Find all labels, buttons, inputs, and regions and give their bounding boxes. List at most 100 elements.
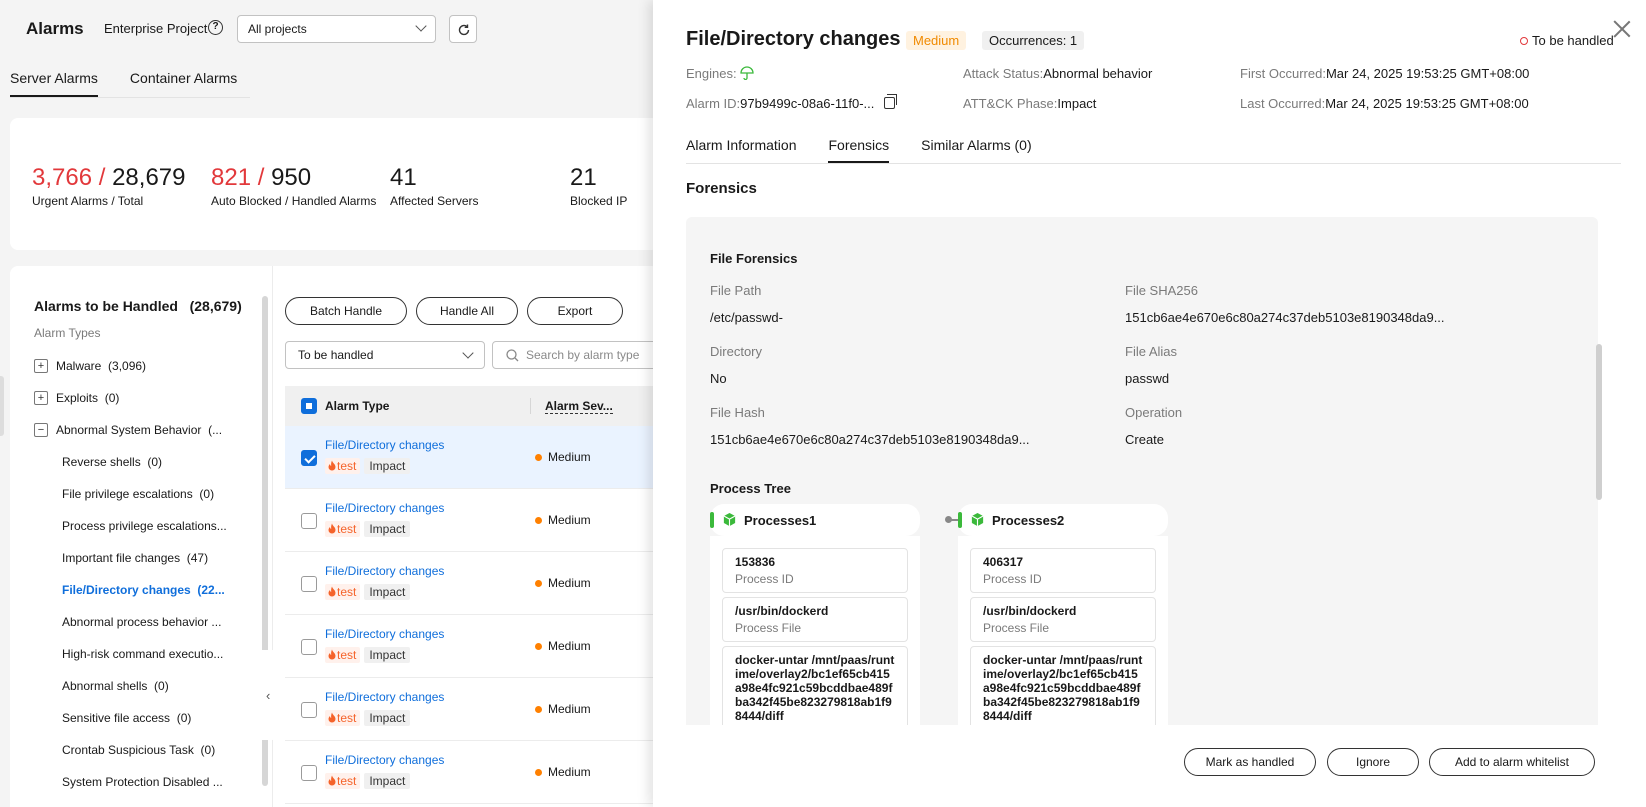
row-checkbox[interactable] xyxy=(301,576,317,592)
tab-alarm-information[interactable]: Alarm Information xyxy=(686,128,796,163)
batch-handle-button[interactable]: Batch Handle xyxy=(285,297,407,325)
tag-test: test xyxy=(325,521,361,537)
alarm-name-link[interactable]: File/Directory changes xyxy=(325,627,444,641)
row-checkbox[interactable] xyxy=(301,639,317,655)
meta-alarm-id: Alarm ID:97b9499c-08a6-11f0-... xyxy=(686,94,897,111)
chevron-down-icon xyxy=(415,20,427,32)
chevron-down-icon xyxy=(462,347,474,359)
close-icon[interactable] xyxy=(1613,20,1631,38)
copy-icon[interactable] xyxy=(884,94,897,109)
tree-item[interactable]: System Protection Disabled ... xyxy=(34,766,264,798)
collapse-icon[interactable]: − xyxy=(34,423,48,437)
row-checkbox[interactable] xyxy=(301,513,317,529)
tree-item[interactable]: File privilege escalations (0) xyxy=(34,478,264,510)
handle-all-button[interactable]: Handle All xyxy=(416,297,518,325)
tree-item[interactable]: Abnormal shells (0) xyxy=(34,670,264,702)
tree-item[interactable]: Reverse shells (0) xyxy=(34,446,264,478)
help-icon[interactable]: ? xyxy=(208,20,223,35)
alarm-name-link[interactable]: File/Directory changes xyxy=(325,438,444,452)
status-bar xyxy=(710,512,714,528)
process-node-2[interactable]: Processes2 406317 Process ID /usr/bin/do… xyxy=(958,504,1168,725)
alarm-name-link[interactable]: File/Directory changes xyxy=(325,690,444,704)
table-row[interactable]: File/Directory changes test Impact Medium xyxy=(285,741,665,804)
stat-affected-servers: 41 Affected Servers xyxy=(390,164,479,208)
row-tags: test Impact xyxy=(325,647,411,663)
refresh-button[interactable] xyxy=(449,15,477,43)
select-all-checkbox[interactable] xyxy=(301,398,317,414)
status-indicator: To be handled xyxy=(1520,33,1614,48)
process-name: Processes2 xyxy=(992,512,1065,528)
table-row[interactable]: File/Directory changes test Impact Medium xyxy=(285,678,665,741)
table-row[interactable]: File/Directory changes test Impact Medium xyxy=(285,489,665,552)
tree-item-label: Sensitive file access xyxy=(62,711,171,725)
alarm-name-link[interactable]: File/Directory changes xyxy=(325,501,444,515)
alarm-name-link[interactable]: File/Directory changes xyxy=(325,564,444,578)
field-directory: Directory No xyxy=(710,344,762,386)
row-checkbox[interactable] xyxy=(301,765,317,781)
row-checkbox[interactable] xyxy=(301,450,317,466)
table-row[interactable]: File/Directory changes test Impact Medium xyxy=(285,552,665,615)
page-title: Alarms xyxy=(26,19,84,38)
severity-cell: Medium xyxy=(535,639,591,653)
row-checkbox[interactable] xyxy=(301,702,317,718)
table-row[interactable]: File/Directory changes test Impact Medium xyxy=(285,615,665,678)
meta-engines: Engines: xyxy=(686,66,754,81)
tree-item[interactable]: − Abnormal System Behavior (... xyxy=(34,414,264,446)
forensics-panel: File Forensics File Path /etc/passwd- Fi… xyxy=(686,217,1598,725)
severity-dot-icon xyxy=(535,579,542,587)
severity-text: Medium xyxy=(548,639,591,653)
drawer-scrollbar[interactable] xyxy=(1596,344,1602,500)
tree-item[interactable]: Sensitive file access (0) xyxy=(34,702,264,734)
fire-icon xyxy=(328,586,336,597)
cube-icon xyxy=(723,512,736,527)
tree-item-label: High-risk command executio... xyxy=(62,647,224,661)
stat-label: Urgent Alarms / Total xyxy=(32,194,144,208)
tree-item[interactable]: + Exploits (0) xyxy=(34,382,264,414)
field-label: File Path xyxy=(710,283,762,298)
status-filter-select[interactable]: To be handled xyxy=(285,341,485,369)
severity-text: Medium xyxy=(548,765,591,779)
search-input[interactable]: Search by alarm type xyxy=(492,341,662,369)
last-occurred-label: Last Occurred: xyxy=(1240,96,1326,111)
edge-tab[interactable] xyxy=(0,376,4,436)
field-label: Operation xyxy=(1125,405,1183,420)
column-separator xyxy=(530,398,531,414)
tree-item[interactable]: Crontab Suspicious Task (0) xyxy=(34,734,264,766)
tree-item[interactable]: Process privilege escalations... xyxy=(34,510,264,542)
stats-card: 3,766 / 28,679 Urgent Alarms / Total 821… xyxy=(10,118,660,250)
tree-item[interactable]: High-risk command executio... xyxy=(34,638,264,670)
add-to-whitelist-button[interactable]: Add to alarm whitelist xyxy=(1429,748,1595,776)
tab-server-alarms[interactable]: Server Alarms xyxy=(10,70,98,97)
expand-icon[interactable]: + xyxy=(34,359,48,373)
process-details: 406317 Process ID /usr/bin/dockerd Proce… xyxy=(958,536,1168,725)
tab-container-alarms[interactable]: Container Alarms xyxy=(130,70,237,97)
status-bar xyxy=(958,512,962,528)
tree-item-label: Malware xyxy=(56,359,102,373)
tab-forensics[interactable]: Forensics xyxy=(828,128,890,163)
tree-item-count: (0) xyxy=(199,487,215,501)
severity-cell: Medium xyxy=(535,450,591,464)
tree-item[interactable]: File/Directory changes (22... xyxy=(34,574,264,606)
umbrella-icon xyxy=(740,66,754,81)
forensics-scroll-area[interactable]: Forensics File Forensics File Path /etc/… xyxy=(686,165,1621,725)
alarm-name-link[interactable]: File/Directory changes xyxy=(325,753,444,767)
export-button[interactable]: Export xyxy=(527,297,623,325)
tree-item[interactable]: Important file changes (47) xyxy=(34,542,264,574)
first-occurred-label: First Occurred: xyxy=(1240,66,1326,81)
process-node-1[interactable]: Processes1 153836 Process ID /usr/bin/do… xyxy=(710,504,920,725)
project-select[interactable]: All projects xyxy=(237,15,436,43)
tree-item-label: File privilege escalations xyxy=(62,487,193,501)
tree-item[interactable]: Abnormal process behavior ... xyxy=(34,606,264,638)
meta-attack-status: Attack Status:Abnormal behavior xyxy=(963,66,1152,81)
meta-first-occurred: First Occurred:Mar 24, 2025 19:53:25 GMT… xyxy=(1240,66,1529,81)
collapse-panel-button[interactable]: ‹ xyxy=(262,650,280,740)
tab-similar-alarms[interactable]: Similar Alarms (0) xyxy=(921,128,1031,163)
tree-item[interactable]: + Malware (3,096) xyxy=(34,350,264,382)
stat-blocked-ip: 21 Blocked IP xyxy=(570,164,627,208)
expand-icon[interactable]: + xyxy=(34,391,48,405)
column-header-alarm-severity[interactable]: Alarm Sev... xyxy=(545,399,613,414)
ignore-button[interactable]: Ignore xyxy=(1327,748,1419,776)
table-row[interactable]: File/Directory changes test Impact Medium xyxy=(285,426,665,489)
file-forensics-title: File Forensics xyxy=(710,251,798,266)
mark-as-handled-button[interactable]: Mark as handled xyxy=(1184,748,1316,776)
